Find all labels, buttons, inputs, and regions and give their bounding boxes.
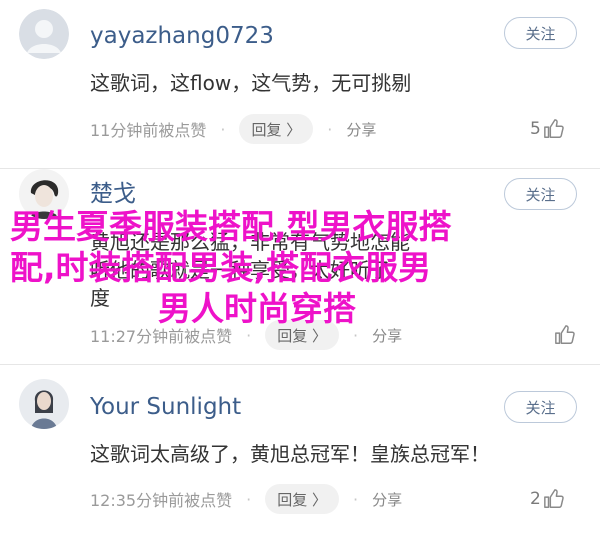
comment-time: 12:35分钟前被点赞 (90, 491, 233, 510)
user-photo-avatar (19, 379, 69, 429)
separator-dot: · (220, 119, 226, 139)
separator-dot: · (353, 489, 359, 509)
like-button[interactable]: 2 (530, 484, 565, 514)
follow-button[interactable]: 关注 (504, 17, 577, 49)
overlay-line: 男人时尚穿搭 (158, 289, 356, 328)
separator-dot: · (327, 119, 333, 139)
thumbs-up-icon (543, 489, 564, 508)
comment-time: 11分钟前被点赞 (90, 121, 207, 140)
username[interactable]: yayazhang0723 (90, 22, 274, 50)
comment-text: 这歌词太高级了，黄旭总冠军！皇族总冠军！ (90, 442, 490, 466)
separator-dot: · (246, 489, 252, 509)
username[interactable]: 楚戈 (90, 180, 136, 208)
comment-meta: 11分钟前被点赞 · 回复 〉 · 分享 (90, 114, 376, 144)
overlay-line: 配,时装搭配男装,搭配衣服男 (10, 248, 432, 287)
thumbs-up-icon (543, 119, 564, 138)
divider (0, 168, 600, 169)
reply-button[interactable]: 回复 〉 (239, 114, 314, 144)
like-count: 2 (530, 489, 541, 509)
username[interactable]: Your Sunlight (90, 393, 241, 421)
like-count: 5 (530, 119, 541, 139)
overlay-line: 男生夏季服装搭配,型男衣服搭 (10, 207, 452, 246)
avatar[interactable] (19, 379, 69, 429)
comment-feed: yayazhang0723 关注 这歌词，这flow，这气势，无可挑剔 11分钟… (0, 0, 600, 534)
follow-button[interactable]: 关注 (504, 391, 577, 423)
reply-button[interactable]: 回复 〉 (265, 484, 339, 514)
default-avatar-icon (19, 9, 69, 59)
overlay-headline: 男生夏季服装搭配,型男衣服搭 配,时装搭配男装,搭配衣服男 男人时尚穿搭 (0, 206, 600, 329)
share-button[interactable]: 分享 (346, 119, 376, 140)
avatar[interactable] (19, 9, 69, 59)
like-button[interactable]: 5 (530, 114, 565, 144)
comment-meta: 12:35分钟前被点赞 · 回复 〉 · 分享 (90, 484, 402, 514)
divider (0, 364, 600, 365)
share-button[interactable]: 分享 (372, 489, 402, 510)
comment-text: 这歌词，这flow，这气势，无可挑剔 (90, 71, 412, 95)
